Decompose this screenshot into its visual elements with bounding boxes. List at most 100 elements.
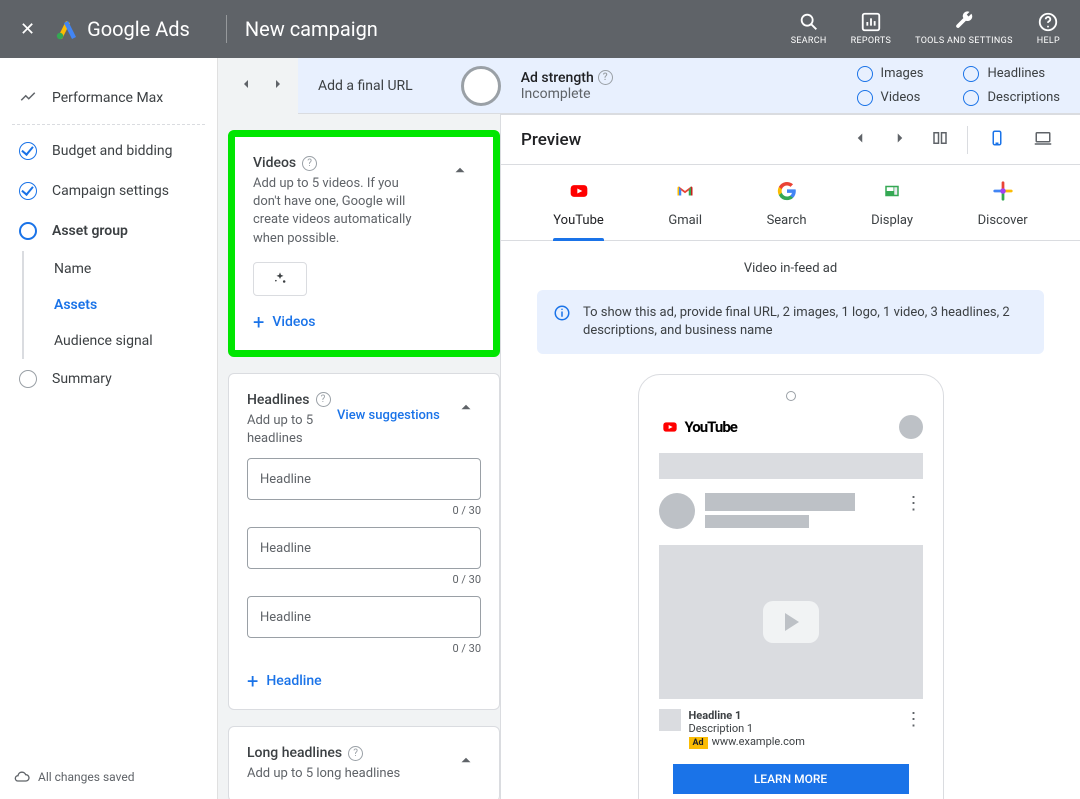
circle-icon (963, 66, 979, 82)
preview-headline: Headline 1 (689, 709, 805, 722)
card-title: Headlines (247, 392, 310, 408)
sidebar-step-summary[interactable]: Summary (12, 359, 205, 399)
card-title: Long headlines (247, 745, 342, 761)
next-asset-button[interactable] (270, 76, 286, 96)
info-icon (553, 304, 571, 340)
sidebar-step-asset-group[interactable]: Asset group (12, 211, 205, 251)
placement-display[interactable]: Display (871, 179, 913, 240)
help-icon (1037, 11, 1059, 33)
help-icon[interactable]: ? (302, 156, 317, 171)
top-bar: ✕ Google Ads New campaign SEARCH REPORTS… (0, 0, 1080, 58)
divider (226, 15, 227, 43)
close-icon[interactable]: ✕ (20, 19, 35, 40)
collapse-button[interactable] (451, 745, 481, 779)
videos-card: Videos ? Add up to 5 videos. If you don'… (228, 130, 500, 357)
placement-gmail[interactable]: Gmail (668, 179, 702, 240)
headline-input-2[interactable] (247, 527, 481, 569)
check-descriptions: Descriptions (963, 90, 1060, 106)
tools-settings-tool[interactable]: TOOLS AND SETTINGS (915, 11, 1013, 47)
placement-discover[interactable]: Discover (978, 179, 1028, 240)
check-circle-icon (18, 141, 38, 161)
sidebar: Performance Max Budget and bidding Campa… (0, 58, 218, 799)
kebab-menu-icon[interactable]: ⋮ (905, 493, 923, 514)
reports-tool[interactable]: REPORTS (851, 11, 891, 47)
current-circle-icon (18, 221, 38, 241)
avatar (659, 493, 695, 529)
help-tool[interactable]: HELP (1037, 11, 1060, 47)
preview-prev-button[interactable] (847, 125, 873, 155)
check-headlines: Headlines (963, 66, 1060, 82)
headline-input-3[interactable] (247, 596, 481, 638)
placement-search[interactable]: Search (767, 179, 807, 240)
prev-asset-button[interactable] (238, 76, 254, 96)
content: Add a final URL Ad strength? Incomplete … (218, 58, 1080, 799)
gmail-icon (673, 179, 697, 203)
preview-placements: YouTube Gmail Search Display Discover (501, 165, 1080, 241)
long-headlines-card: Long headlines ? Add up to 5 long headli… (228, 726, 500, 799)
add-videos-button[interactable]: + Videos (253, 312, 475, 332)
placeholder-bar (705, 493, 855, 511)
reports-icon (860, 11, 882, 33)
sidebar-step-performance-max[interactable]: Performance Max (12, 78, 205, 118)
preview-column: Preview YouTube Gmail S (500, 114, 1080, 799)
placement-youtube[interactable]: YouTube (553, 179, 604, 240)
preview-title: Preview (521, 130, 833, 150)
collapse-button[interactable] (445, 155, 475, 189)
add-final-url-link[interactable]: Add a final URL (318, 78, 413, 94)
card-title: Videos (253, 155, 296, 171)
check-images: Images (857, 66, 924, 82)
page-title: New campaign (245, 17, 378, 41)
auto-video-button[interactable] (253, 262, 307, 296)
youtube-icon (567, 179, 591, 203)
asset-editor-column: Videos ? Add up to 5 videos. If you don'… (218, 114, 500, 799)
kebab-menu-icon[interactable]: ⋮ (905, 709, 923, 730)
circle-icon (857, 66, 873, 82)
plus-icon: + (247, 671, 258, 691)
preview-header: Preview (501, 115, 1080, 165)
sparkle-icon (270, 269, 290, 289)
substep-audience[interactable]: Audience signal (46, 323, 205, 359)
substep-name[interactable]: Name (46, 251, 205, 287)
collapse-button[interactable] (451, 392, 481, 426)
discover-icon (991, 179, 1015, 203)
sidebar-step-campaign-settings[interactable]: Campaign settings (12, 171, 205, 211)
google-icon (775, 179, 799, 203)
asset-pager (218, 58, 312, 114)
view-suggestions-link[interactable]: View suggestions (337, 408, 440, 425)
mobile-device-button[interactable] (982, 123, 1012, 157)
search-tool[interactable]: SEARCH (791, 11, 827, 47)
cloud-icon (14, 769, 30, 785)
todo-circle-icon (18, 369, 38, 389)
ad-strength-bar: Add a final URL Ad strength? Incomplete … (298, 58, 1080, 114)
placeholder-bar (705, 515, 809, 528)
phone-notch (786, 391, 796, 401)
youtube-logo: YouTube (659, 418, 737, 436)
substep-assets[interactable]: Assets (46, 287, 205, 323)
placeholder-bar (659, 453, 923, 479)
video-placeholder (659, 545, 923, 699)
char-counter: 0 / 30 (247, 573, 481, 586)
compare-view-button[interactable] (927, 125, 953, 155)
help-icon[interactable]: ? (316, 392, 331, 407)
desktop-device-button[interactable] (1026, 125, 1060, 155)
help-icon[interactable]: ? (598, 70, 613, 85)
add-headline-button[interactable]: + Headline (247, 671, 481, 691)
char-counter: 0 / 30 (247, 504, 481, 517)
preview-body: Video in-feed ad To show this ad, provid… (501, 241, 1080, 799)
char-counter: 0 / 30 (247, 642, 481, 655)
ad-strength-text: Ad strength? Incomplete (521, 70, 613, 102)
save-status: All changes saved (14, 769, 134, 785)
search-icon (798, 11, 820, 33)
youtube-play-icon (659, 419, 681, 435)
headline-input-1[interactable] (247, 458, 481, 500)
preview-url-row: Adwww.example.com (689, 735, 805, 748)
cta-button[interactable]: LEARN MORE (673, 764, 909, 794)
help-icon[interactable]: ? (348, 746, 363, 761)
sidebar-divider (12, 124, 205, 125)
check-circle-icon (18, 181, 38, 201)
ads-triangle-icon (55, 17, 79, 41)
preview-description: Description 1 (689, 722, 805, 735)
in-feed-label: Video in-feed ad (525, 257, 1056, 290)
sidebar-step-budget[interactable]: Budget and bidding (12, 131, 205, 171)
preview-next-button[interactable] (887, 125, 913, 155)
